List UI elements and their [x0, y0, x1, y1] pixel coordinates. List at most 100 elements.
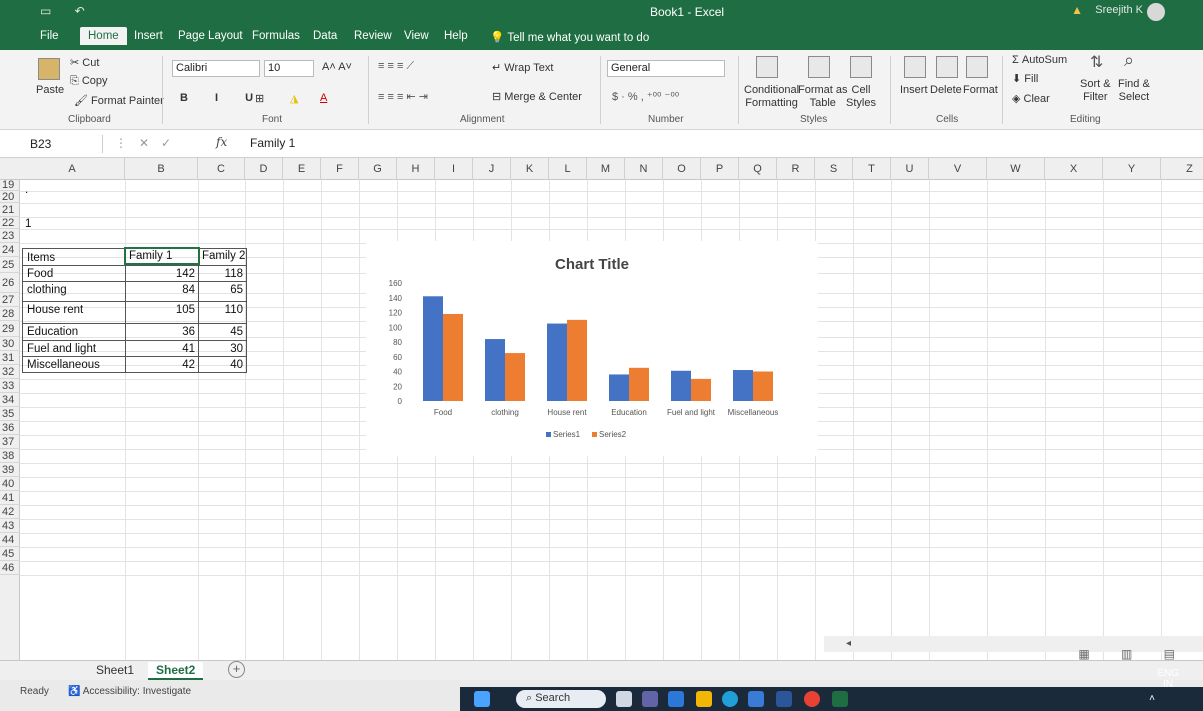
- copy-button[interactable]: ⎘ Copy: [70, 75, 108, 88]
- tab-insert[interactable]: Insert: [134, 30, 163, 42]
- row-header[interactable]: 37: [0, 435, 20, 449]
- add-sheet-button[interactable]: +: [228, 661, 245, 678]
- column-header[interactable]: W: [987, 158, 1045, 180]
- calculator-icon[interactable]: [748, 691, 764, 707]
- column-header[interactable]: F: [321, 158, 359, 180]
- sort-filter-icon[interactable]: ⇅: [1090, 52, 1103, 72]
- column-header[interactable]: C: [198, 158, 245, 180]
- table-cell-item[interactable]: Fuel and light: [24, 341, 99, 357]
- view-mode-icons[interactable]: ▦ ▥ ▤: [1078, 647, 1189, 661]
- column-header[interactable]: K: [511, 158, 549, 180]
- format-cells-button[interactable]: Format: [963, 84, 998, 96]
- tab-home[interactable]: Home: [80, 27, 127, 45]
- row-header[interactable]: 22: [0, 217, 20, 229]
- font-color-icon[interactable]: A: [320, 92, 327, 104]
- format-cells-icon[interactable]: [966, 56, 988, 78]
- store-icon[interactable]: [668, 691, 684, 707]
- row-header[interactable]: 20: [0, 191, 20, 203]
- table-cell-item[interactable]: clothing: [24, 282, 70, 298]
- row-header[interactable]: 45: [0, 547, 20, 561]
- number-format-icons[interactable]: $ · % , ⁺⁰⁰ ⁻⁰⁰: [612, 90, 679, 103]
- tab-page-layout[interactable]: Page Layout: [178, 30, 243, 42]
- file-explorer-icon[interactable]: [696, 691, 712, 707]
- chevron-up-icon[interactable]: ˄: [1149, 693, 1155, 704]
- table-cell-family2[interactable]: 65: [199, 282, 246, 298]
- chrome-icon[interactable]: [804, 691, 820, 707]
- table-cell-family1[interactable]: 42: [126, 357, 198, 373]
- row-header[interactable]: 44: [0, 533, 20, 547]
- cell-a21[interactable]: 1: [22, 216, 34, 232]
- cut-button[interactable]: ✂ Cut: [70, 56, 99, 69]
- align-horizontal-icons[interactable]: ≡ ≡ ≡ ⇤ ⇥: [378, 90, 428, 103]
- column-header[interactable]: E: [283, 158, 321, 180]
- avatar[interactable]: [1147, 3, 1165, 21]
- row-header[interactable]: 32: [0, 365, 20, 379]
- insert-cells-button[interactable]: Insert: [900, 84, 928, 96]
- row-header[interactable]: 43: [0, 519, 20, 533]
- row-header[interactable]: 42: [0, 505, 20, 519]
- row-header[interactable]: 26: [0, 273, 20, 293]
- column-header[interactable]: U: [891, 158, 929, 180]
- column-header[interactable]: Q: [739, 158, 777, 180]
- align-top-icons[interactable]: ≡ ≡ ≡ ⟋: [378, 60, 414, 73]
- table-cell-family2[interactable]: 110: [199, 302, 246, 318]
- table-cell-family1[interactable]: 84: [126, 282, 198, 298]
- column-header[interactable]: X: [1045, 158, 1103, 180]
- row-header[interactable]: 35: [0, 407, 20, 421]
- row-header[interactable]: 30: [0, 337, 20, 351]
- column-header[interactable]: G: [359, 158, 397, 180]
- table-cell-family1[interactable]: 36: [126, 324, 198, 340]
- table-cell-family2[interactable]: 45: [199, 324, 246, 340]
- conditional-formatting-button[interactable]: Conditional Formatting: [744, 84, 799, 110]
- insert-function-button[interactable]: fx: [216, 135, 227, 149]
- row-header[interactable]: 40: [0, 477, 20, 491]
- row-header[interactable]: 29: [0, 321, 20, 337]
- column-header[interactable]: L: [549, 158, 587, 180]
- column-header[interactable]: N: [625, 158, 663, 180]
- table-cell-family1[interactable]: 105: [126, 302, 198, 318]
- tab-view[interactable]: View: [404, 30, 429, 42]
- row-header[interactable]: 33: [0, 379, 20, 393]
- magnifier-icon[interactable]: ⌕: [1124, 50, 1134, 71]
- tab-sheet1[interactable]: Sheet1: [88, 662, 142, 678]
- tab-file[interactable]: File: [40, 30, 59, 42]
- column-header[interactable]: T: [853, 158, 891, 180]
- fill-button[interactable]: ⬇ Fill: [1012, 72, 1038, 85]
- header-family2[interactable]: Family 2: [199, 248, 248, 264]
- column-header[interactable]: A: [20, 158, 125, 180]
- windows-start-icon[interactable]: [474, 691, 490, 707]
- table-cell-family2[interactable]: 40: [199, 357, 246, 373]
- task-view-icon[interactable]: [616, 691, 632, 707]
- column-header[interactable]: Y: [1103, 158, 1161, 180]
- wrap-text-button[interactable]: ↵ Wrap Text: [492, 61, 553, 74]
- bold-italic-underline-icons[interactable]: B I U: [180, 92, 265, 104]
- tab-sheet2[interactable]: Sheet2: [148, 662, 204, 680]
- tab-data[interactable]: Data: [313, 30, 337, 42]
- tab-formulas[interactable]: Formulas: [252, 30, 300, 42]
- column-header[interactable]: V: [929, 158, 987, 180]
- table-cell-item[interactable]: Miscellaneous: [24, 357, 103, 373]
- table-cell-item[interactable]: Education: [24, 324, 81, 340]
- row-header[interactable]: 31: [0, 351, 20, 365]
- font-name-select[interactable]: Calibri: [172, 60, 260, 77]
- row-header[interactable]: 19: [0, 180, 20, 191]
- header-items[interactable]: Items: [24, 250, 58, 266]
- column-header[interactable]: J: [473, 158, 511, 180]
- column-header[interactable]: R: [777, 158, 815, 180]
- delete-cells-icon[interactable]: [936, 56, 958, 78]
- column-header[interactable]: H: [397, 158, 435, 180]
- cancel-enter-icons[interactable]: ⋮✕✓: [115, 136, 183, 150]
- row-header[interactable]: 23: [0, 229, 20, 243]
- teams-icon[interactable]: [642, 691, 658, 707]
- format-as-table-button[interactable]: Format as Table: [798, 84, 848, 110]
- conditional-formatting-icon[interactable]: [756, 56, 778, 78]
- number-format-select[interactable]: General: [607, 60, 725, 77]
- language-indicator[interactable]: ENG IN: [1157, 668, 1179, 690]
- font-grow-icon[interactable]: A˄ A˅: [322, 61, 352, 73]
- tab-review[interactable]: Review: [354, 30, 392, 42]
- column-header[interactable]: O: [663, 158, 701, 180]
- row-header[interactable]: 41: [0, 491, 20, 505]
- borders-icon[interactable]: ⊞: [255, 92, 264, 105]
- column-header[interactable]: D: [245, 158, 283, 180]
- formula-input[interactable]: Family 1: [250, 136, 295, 150]
